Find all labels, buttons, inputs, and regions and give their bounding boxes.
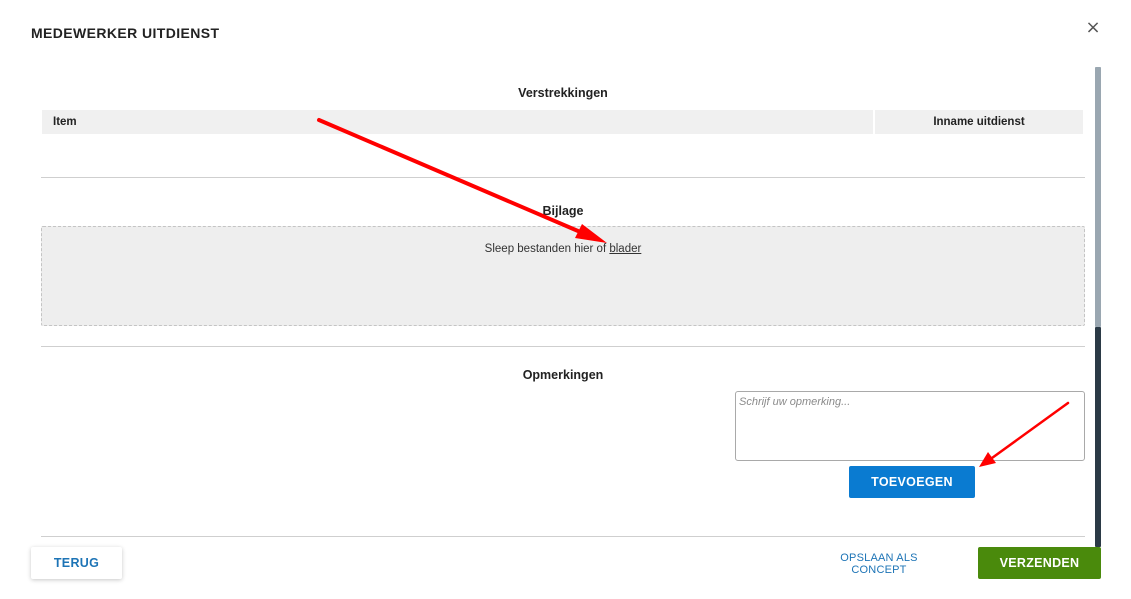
- dropzone-instruction: Sleep bestanden hier of: [484, 243, 610, 255]
- section-divider: [41, 346, 1085, 347]
- section-divider: [41, 177, 1085, 178]
- verstrekkingen-title: Verstrekkingen: [518, 86, 608, 100]
- scrollbar-thumb[interactable]: [1095, 327, 1101, 547]
- file-dropzone[interactable]: Sleep bestanden hier of blader: [41, 226, 1085, 326]
- comment-textarea[interactable]: [735, 391, 1085, 461]
- add-comment-button[interactable]: TOEVOEGEN: [849, 466, 975, 498]
- dropzone-text: Sleep bestanden hier of blader: [42, 243, 1084, 255]
- send-button[interactable]: VERZENDEN: [978, 547, 1101, 579]
- opmerkingen-title: Opmerkingen: [522, 368, 604, 382]
- scrollbar-thumb-upper[interactable]: [1095, 67, 1101, 327]
- column-header-inname-uitdienst: Inname uitdienst: [875, 110, 1083, 134]
- close-icon[interactable]: ×: [1084, 19, 1102, 37]
- verstrekkingen-table-header: Item Inname uitdienst: [42, 110, 1083, 134]
- back-button[interactable]: TERUG: [31, 547, 122, 579]
- column-header-item: Item: [42, 110, 873, 134]
- dialog-title: MEDEWERKER UITDIENST: [31, 25, 220, 41]
- bijlage-title: Bijlage: [542, 204, 584, 218]
- browse-link[interactable]: blader: [609, 243, 641, 255]
- section-divider: [41, 536, 1085, 537]
- save-concept-button[interactable]: OPSLAAN ALS CONCEPT: [812, 552, 946, 576]
